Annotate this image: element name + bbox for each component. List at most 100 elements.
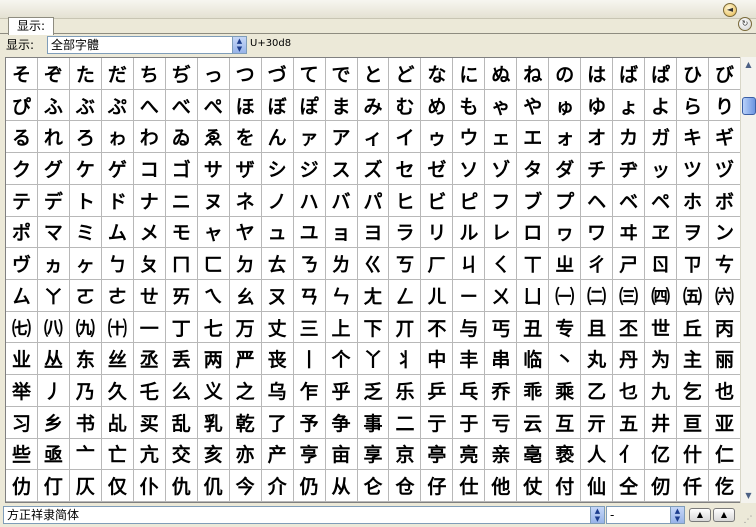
glyph-cell[interactable]: ベ (613, 184, 646, 217)
glyph-cell[interactable]: ぶ (69, 89, 102, 122)
glyph-cell[interactable]: よ (645, 89, 678, 122)
glyph-cell[interactable]: ど (389, 58, 422, 90)
glyph-cell[interactable]: 三 (293, 311, 326, 344)
glyph-cell[interactable]: ぴ (6, 89, 38, 122)
glyph-cell[interactable]: て (293, 58, 326, 90)
glyph-cell[interactable]: 串 (485, 343, 518, 376)
glyph-cell[interactable]: ㄠ (229, 279, 262, 312)
glyph-cell[interactable]: 乳 (197, 406, 230, 439)
glyph-cell[interactable]: 乡 (37, 406, 70, 439)
glyph-cell[interactable]: 亥 (197, 438, 230, 471)
glyph-cell[interactable]: イ (389, 121, 422, 154)
glyph-cell[interactable]: 丐 (485, 311, 518, 344)
glyph-cell[interactable]: 也 (709, 375, 741, 407)
resize-grip-icon[interactable]: ⋰ (742, 514, 754, 526)
glyph-cell[interactable]: 丕 (613, 311, 646, 344)
glyph-cell[interactable]: ひ (677, 58, 710, 90)
glyph-cell[interactable]: 亠 (69, 438, 102, 471)
glyph-cell[interactable]: 付 (549, 470, 582, 502)
glyph-cell[interactable]: 亨 (293, 438, 326, 471)
glyph-cell[interactable]: 书 (69, 406, 102, 439)
glyph-cell[interactable]: 义 (197, 375, 230, 407)
glyph-cell[interactable]: 举 (6, 375, 38, 407)
glyph-cell[interactable]: ㄤ (357, 279, 390, 312)
glyph-cell[interactable]: ミ (69, 216, 102, 249)
glyph-cell[interactable]: ㄆ (133, 248, 166, 280)
glyph-cell[interactable]: 与 (453, 311, 486, 344)
glyph-cell[interactable]: 仙 (581, 470, 614, 502)
glyph-cell[interactable]: 事 (357, 406, 390, 439)
glyph-cell[interactable]: 乘 (549, 375, 582, 407)
glyph-cell[interactable]: 丞 (133, 343, 166, 376)
glyph-cell[interactable]: 亻 (613, 438, 646, 471)
glyph-cell[interactable]: ㄐ (453, 248, 486, 280)
glyph-cell[interactable]: 丹 (613, 343, 646, 376)
glyph-cell[interactable]: 丨 (293, 343, 326, 376)
glyph-cell[interactable]: ㄧ (453, 279, 486, 312)
glyph-cell[interactable]: ル (453, 216, 486, 249)
glyph-cell[interactable]: 五 (613, 406, 646, 439)
glyph-cell[interactable]: ㄣ (325, 279, 358, 312)
glyph-cell[interactable]: ㈢ (613, 279, 646, 312)
glyph-cell[interactable]: デ (37, 184, 70, 217)
glyph-cell[interactable]: ㈠ (549, 279, 582, 312)
glyph-cell[interactable]: バ (325, 184, 358, 217)
glyph-cell[interactable]: 仑 (357, 470, 390, 502)
glyph-cell[interactable]: ㄖ (645, 248, 678, 280)
glyph-cell[interactable]: 乒 (421, 375, 454, 407)
font-name-select[interactable]: 方正祥隶简体 ▲ ▼ (3, 506, 605, 524)
glyph-cell[interactable]: 丑 (517, 311, 550, 344)
glyph-cell[interactable]: ょ (613, 89, 646, 122)
glyph-cell[interactable]: ロ (517, 216, 550, 249)
glyph-cell[interactable]: ㄓ (549, 248, 582, 280)
glyph-cell[interactable]: 买 (133, 406, 166, 439)
glyph-cell[interactable]: 习 (6, 406, 38, 439)
glyph-cell[interactable]: つ (229, 58, 262, 90)
glyph-cell[interactable]: 仟 (677, 470, 710, 502)
glyph-cell[interactable]: ㄇ (165, 248, 198, 280)
glyph-cell[interactable]: ケ (69, 153, 102, 185)
glyph-cell[interactable]: ゅ (549, 89, 582, 122)
glyph-cell[interactable]: オ (581, 121, 614, 154)
glyph-cell[interactable]: プ (549, 184, 582, 217)
glyph-cell[interactable]: ユ (293, 216, 326, 249)
glyph-cell[interactable]: ヂ (613, 153, 646, 185)
glyph-cell[interactable]: ヅ (709, 153, 741, 185)
glyph-cell[interactable]: 亩 (325, 438, 358, 471)
glyph-cell[interactable]: チ (581, 153, 614, 185)
glyph-cell[interactable]: ャ (197, 216, 230, 249)
glyph-cell[interactable]: ㄑ (485, 248, 518, 280)
glyph-cell[interactable]: ェ (485, 121, 518, 154)
glyph-cell[interactable]: 云 (517, 406, 550, 439)
glyph-cell[interactable]: 仡 (709, 470, 741, 502)
glyph-cell[interactable]: 世 (645, 311, 678, 344)
glyph-cell[interactable]: グ (37, 153, 70, 185)
glyph-cell[interactable]: 互 (549, 406, 582, 439)
glyph-cell[interactable]: ツ (677, 153, 710, 185)
glyph-cell[interactable]: 仆 (133, 470, 166, 502)
glyph-cell[interactable]: ョ (325, 216, 358, 249)
glyph-cell[interactable]: ゥ (421, 121, 454, 154)
glyph-cell[interactable]: ゴ (165, 153, 198, 185)
dropdown-arrow-icon[interactable]: ▲ ▼ (670, 507, 684, 523)
glyph-cell[interactable]: ふ (37, 89, 70, 122)
glyph-cell[interactable]: ㄦ (421, 279, 454, 312)
glyph-cell[interactable]: ㄉ (229, 248, 262, 280)
glyph-cell[interactable]: ポ (6, 216, 38, 249)
glyph-cell[interactable]: ㈣ (645, 279, 678, 312)
glyph-cell[interactable]: ろ (69, 121, 102, 154)
glyph-cell[interactable]: タ (517, 153, 550, 185)
glyph-cell[interactable]: 从 (325, 470, 358, 502)
glyph-cell[interactable]: ぼ (261, 89, 294, 122)
glyph-cell[interactable]: ね (517, 58, 550, 90)
glyph-cell[interactable]: 临 (517, 343, 550, 376)
glyph-cell[interactable]: 井 (645, 406, 678, 439)
glyph-cell[interactable]: 于 (453, 406, 486, 439)
glyph-cell[interactable]: 中 (421, 343, 454, 376)
glyph-cell[interactable]: ド (101, 184, 134, 217)
glyph-cell[interactable]: ヘ (581, 184, 614, 217)
glyph-cell[interactable]: ニ (165, 184, 198, 217)
glyph-cell[interactable]: 一 (133, 311, 166, 344)
glyph-cell[interactable]: 享 (357, 438, 390, 471)
glyph-cell[interactable]: 乃 (69, 375, 102, 407)
